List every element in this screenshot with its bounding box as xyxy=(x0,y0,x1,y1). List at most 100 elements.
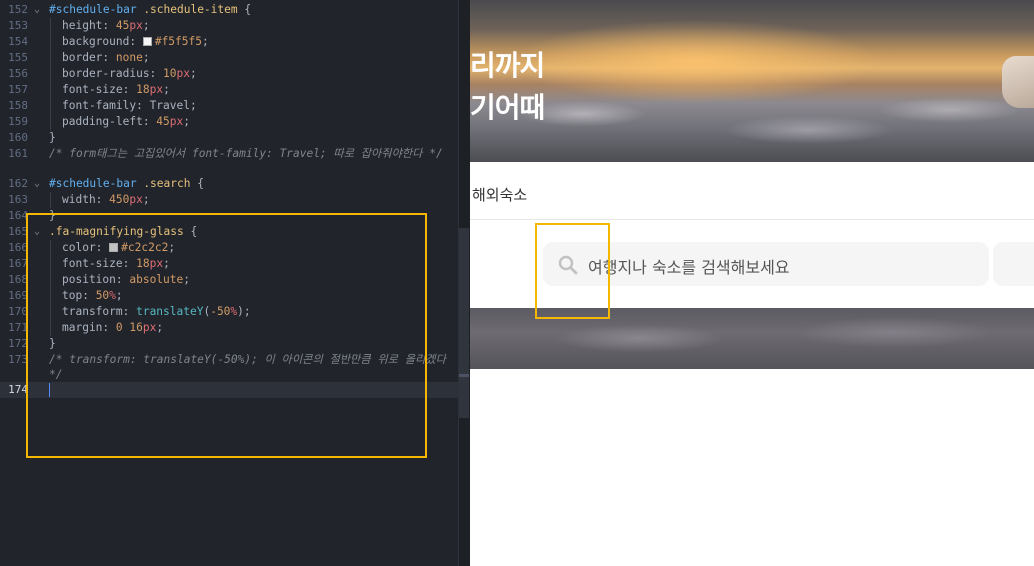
line-number: 167 xyxy=(8,257,28,270)
indent-guide xyxy=(50,66,51,82)
code-text: #schedule-bar .schedule-item { xyxy=(49,2,251,18)
code-token: { xyxy=(190,177,204,190)
code-token: Travel xyxy=(149,99,190,112)
code-token: padding-left: xyxy=(62,115,157,128)
code-token: font-family: xyxy=(62,99,150,112)
search-placeholder: 여행지나 숙소를 검색해보세요 xyxy=(588,258,790,277)
code-line[interactable]: 153 height: 45px; xyxy=(0,18,458,34)
line-number: 157 xyxy=(8,83,28,96)
line-number: 168 xyxy=(8,273,28,286)
code-token: ; xyxy=(201,35,209,48)
code-line[interactable]: 162 ⌄ #schedule-bar .search { xyxy=(0,176,458,192)
code-token: ; xyxy=(189,99,197,112)
highlight-box-code xyxy=(26,213,427,458)
code-text: } xyxy=(49,130,56,146)
indent-guide xyxy=(50,98,51,114)
code-token: } xyxy=(49,131,56,144)
code-text: #schedule-bar .search { xyxy=(49,176,204,192)
code-token: ; xyxy=(142,51,150,64)
highlight-box-icon xyxy=(535,223,610,319)
code-line[interactable]: 158 font-family: Travel; xyxy=(0,98,458,114)
code-line[interactable]: 155 border: none; xyxy=(0,50,458,66)
code-token: 18 xyxy=(136,83,150,96)
code-line[interactable]: 157 font-size: 18px; xyxy=(0,82,458,98)
code-token: { xyxy=(237,3,252,16)
code-text: font-size: 18px; xyxy=(62,82,170,98)
indent-guide xyxy=(50,114,51,130)
code-token: .schedule-item xyxy=(143,3,238,16)
code-token: .search xyxy=(143,177,191,190)
line-number: 174 xyxy=(8,383,28,396)
code-token: ; xyxy=(142,19,150,32)
line-number: 172 xyxy=(8,337,28,350)
code-token: font-size: xyxy=(62,83,137,96)
code-text: padding-left: 45px; xyxy=(62,114,190,130)
code-text: height: 45px; xyxy=(62,18,150,34)
line-number: 154 xyxy=(8,35,28,48)
code-token: px xyxy=(149,83,164,96)
hero-banner: 리까지 기어때 xyxy=(470,0,1034,162)
line-number: 169 xyxy=(8,289,28,302)
code-token: background: xyxy=(62,35,143,48)
code-text: background: #f5f5f5; xyxy=(62,34,209,50)
code-line[interactable]: 163 width: 450px; xyxy=(0,192,458,208)
line-number: 156 xyxy=(8,67,28,80)
code-token: px xyxy=(129,19,143,32)
line-number: 152 xyxy=(8,3,28,16)
indent-guide xyxy=(50,50,51,66)
code-token: 450 xyxy=(109,193,130,206)
line-number: 165 xyxy=(8,225,28,238)
line-number: 163 xyxy=(8,193,28,206)
line-number: 173 xyxy=(8,353,28,366)
code-text: border-radius: 10px; xyxy=(62,66,197,82)
code-token: #schedule-bar xyxy=(49,3,137,16)
fold-chevron-icon[interactable]: ⌄ xyxy=(34,2,40,18)
code-line[interactable]: 156 border-radius: 10px; xyxy=(0,66,458,82)
code-line[interactable]: 160} xyxy=(0,130,458,146)
line-number: 164 xyxy=(8,209,28,222)
line-number: 161 xyxy=(8,147,28,160)
fold-chevron-icon[interactable]: ⌄ xyxy=(34,176,40,192)
line-number: 166 xyxy=(8,241,28,254)
line-number: 171 xyxy=(8,321,28,334)
schedule-item[interactable] xyxy=(993,242,1034,286)
indent-guide xyxy=(50,82,51,98)
code-token: 10 xyxy=(163,67,177,80)
code-line[interactable]: 159 padding-left: 45px; xyxy=(0,114,458,130)
color-swatch[interactable] xyxy=(142,37,152,46)
editor-scroll-thumb[interactable] xyxy=(459,228,469,418)
hero-heading-line-1: 리까지 xyxy=(470,49,545,82)
line-number: 162 xyxy=(8,177,28,190)
code-token: ; xyxy=(183,115,191,128)
code-token: height: xyxy=(62,19,116,32)
code-line[interactable]: 154 background: #f5f5f5; xyxy=(0,34,458,50)
line-number: 160 xyxy=(8,131,28,144)
code-line[interactable]: 161 /* form태그는 고집있어서 font-family: Travel;… xyxy=(0,146,458,176)
code-line[interactable]: 152 ⌄ #schedule-bar .schedule-item { xyxy=(0,2,458,18)
code-token: ; xyxy=(163,83,170,96)
code-token: 45 xyxy=(115,19,130,32)
tab-overseas-stay[interactable]: 해외숙소 xyxy=(472,184,527,205)
line-number: 170 xyxy=(8,305,28,318)
airplane-wing-image xyxy=(1002,56,1034,108)
code-token: none xyxy=(115,51,143,64)
indent-guide xyxy=(50,34,51,50)
scroll-cursor-marker xyxy=(459,374,469,377)
line-number: 155 xyxy=(8,51,28,64)
line-number: 159 xyxy=(8,115,28,128)
indent-guide xyxy=(50,192,51,208)
code-token: width: xyxy=(62,193,110,206)
code-token: px xyxy=(129,193,143,206)
code-token: ; xyxy=(190,67,197,80)
line-number: 153 xyxy=(8,19,28,32)
hero-clouds xyxy=(470,82,1034,162)
code-token: 45 xyxy=(156,115,170,128)
code-token: #schedule-bar xyxy=(49,177,137,190)
code-token: #f5f5f5 xyxy=(154,35,202,48)
code-text: width: 450px; xyxy=(62,192,150,208)
code-token: px xyxy=(176,67,191,80)
line-number: 158 xyxy=(8,99,28,112)
code-token: px xyxy=(169,115,184,128)
code-text: border: none; xyxy=(62,50,150,66)
hero-heading-line-2: 기어때 xyxy=(470,91,545,124)
